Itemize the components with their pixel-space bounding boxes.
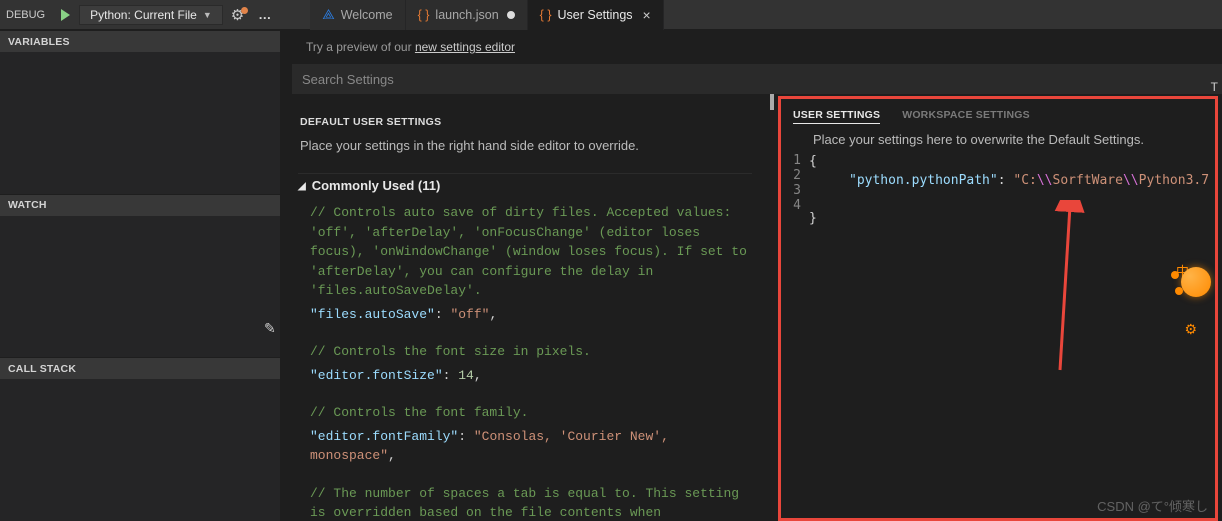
chevron-down-icon: ◢ (298, 181, 306, 192)
tab-label: Welcome (341, 8, 393, 22)
variables-panel (0, 52, 280, 194)
setting-value: 14 (458, 368, 474, 383)
search-placeholder: Search Settings (302, 72, 394, 87)
settings-preview-prompt: Try a preview of our new settings editor (280, 30, 1222, 64)
chevron-down-icon: ▼ (203, 10, 212, 20)
debug-config-dropdown[interactable]: Python: Current File ▼ (79, 5, 223, 25)
tab-user-settings[interactable]: { } User Settings × (528, 0, 664, 30)
callstack-section-header[interactable]: CALL STACK (0, 357, 280, 379)
ime-badge: 中 (1176, 261, 1189, 280)
editor-main: Try a preview of our new settings editor… (280, 30, 1222, 521)
tab-workspace-scope[interactable]: WORKSPACE SETTINGS (902, 107, 1030, 124)
commonly-used-group[interactable]: ◢Commonly Used (11) (298, 173, 752, 203)
dirty-indicator-icon (241, 7, 248, 14)
tab-launch-json[interactable]: { } launch.json (406, 0, 528, 30)
watch-section-header[interactable]: WATCH (0, 194, 280, 216)
setting-comment: // Controls the font family. (310, 403, 752, 423)
orange-bubble-icon (1181, 267, 1211, 297)
start-debug-button[interactable] (55, 5, 75, 25)
user-settings-hint: Place your settings here to overwrite th… (781, 130, 1215, 153)
debug-label: DEBUG (0, 9, 51, 21)
setting-key: "editor.fontFamily" (310, 429, 458, 444)
line-numbers: 1 2 3 4 (781, 153, 809, 228)
user-settings-pane: USER SETTINGS WORKSPACE SETTINGS Place y… (778, 96, 1218, 521)
default-settings-header: DEFAULT USER SETTINGS (298, 112, 752, 136)
setting-value: "off" (450, 307, 489, 322)
dirty-dot-icon (507, 11, 515, 19)
assistant-bubble: 中 ⚙ (1181, 267, 1211, 297)
variables-section-header[interactable]: VARIABLES (0, 30, 280, 52)
gear-icon: ⚙ (1184, 321, 1197, 338)
setting-key: "python.pythonPath" (849, 173, 998, 188)
default-settings-pane: DEFAULT USER SETTINGS Place your setting… (280, 94, 774, 521)
setting-key: "editor.fontSize" (310, 368, 443, 383)
tab-welcome[interactable]: ⟁ Welcome (310, 0, 405, 30)
edit-icon[interactable]: ✎ (264, 320, 276, 337)
default-settings-code[interactable]: // Controls auto save of dirty files. Ac… (298, 203, 752, 521)
top-bar: DEBUG Python: Current File ▼ ⚙ … ⟁ Welco… (0, 0, 1222, 30)
user-settings-editor[interactable]: 1 2 3 4 { "python.pythonPath": "C:\\Sorf… (781, 153, 1215, 228)
setting-comment: // Controls the font size in pixels. (310, 342, 752, 362)
default-settings-hint: Place your settings in the right hand si… (298, 136, 752, 165)
code-area[interactable]: { "python.pythonPath": "C:\\SorftWare\\P… (809, 153, 1209, 228)
setting-key: "files.autoSave" (310, 307, 435, 322)
tab-label: launch.json (435, 8, 498, 22)
watermark: CSDN @て°倾寒し (1097, 496, 1208, 515)
more-actions-button[interactable]: … (258, 7, 272, 22)
setting-comment: // The number of spaces a tab is equal t… (310, 484, 752, 521)
tab-label: User Settings (558, 8, 633, 22)
tab-user-scope[interactable]: USER SETTINGS (793, 107, 880, 124)
braces-icon: { } (418, 8, 430, 22)
scrollbar-thumb[interactable] (770, 94, 774, 110)
play-icon (61, 9, 70, 21)
editor-tabs: ⟁ Welcome { } launch.json { } User Setti… (310, 0, 664, 30)
callstack-panel (0, 379, 280, 521)
search-settings-input[interactable]: Search Settings (292, 64, 1222, 94)
filter-button[interactable]: T (1211, 80, 1218, 94)
close-icon[interactable]: × (643, 7, 651, 23)
vscode-icon: ⟁ (322, 6, 335, 23)
braces-icon: { } (540, 8, 552, 22)
debug-settings-button[interactable]: ⚙ (231, 6, 248, 24)
watch-panel (0, 216, 280, 358)
settings-scope-tabs: USER SETTINGS WORKSPACE SETTINGS (781, 99, 1215, 130)
debug-config-label: Python: Current File (90, 8, 197, 22)
setting-comment: // Controls auto save of dirty files. Ac… (310, 203, 752, 301)
debug-sidebar: VARIABLES WATCH CALL STACK (0, 30, 280, 521)
new-settings-editor-link[interactable]: new settings editor (415, 40, 515, 54)
